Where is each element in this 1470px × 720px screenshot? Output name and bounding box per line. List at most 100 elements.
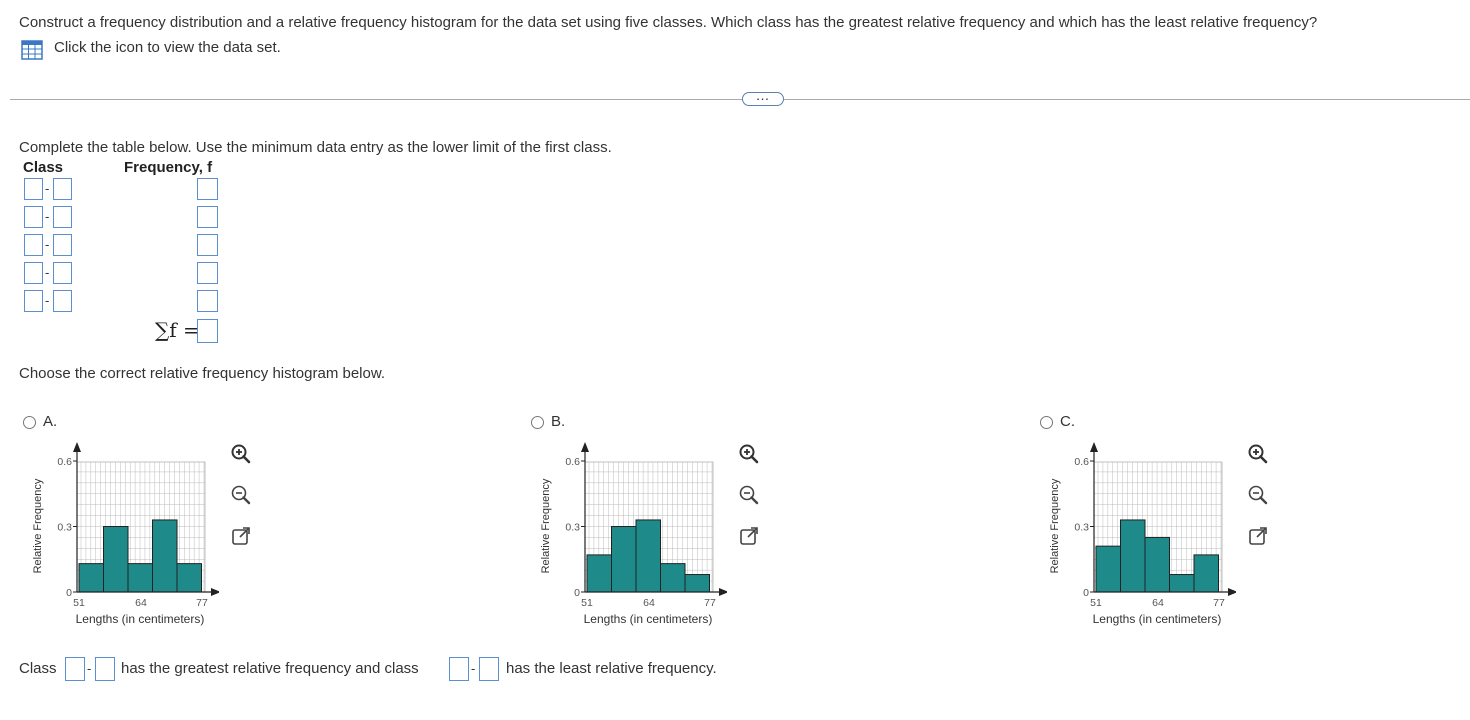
histogram-bar xyxy=(1120,519,1146,593)
range-dash: - xyxy=(45,293,50,308)
zoom-out-icon[interactable] xyxy=(737,483,761,507)
class-upper-input[interactable] xyxy=(53,206,72,228)
x-axis-label: Lengths (in centimeters) xyxy=(1093,612,1222,626)
histogram-bar xyxy=(611,526,637,593)
x-tick-label: 51 xyxy=(581,597,593,609)
class-lower-input[interactable] xyxy=(24,178,43,200)
range-dash: - xyxy=(87,661,92,676)
range-dash: - xyxy=(45,265,50,280)
y-tick-label: 0.3 xyxy=(1074,522,1089,534)
x-axis-label: Lengths (in centimeters) xyxy=(584,612,713,626)
x-tick-label: 77 xyxy=(704,597,716,609)
relative-frequency-histogram: 0 0.3 0.6 51 64 77 Lengths (in centimeters) Rel… xyxy=(540,442,727,626)
y-tick-label: 0.6 xyxy=(57,456,72,468)
popout-icon[interactable] xyxy=(229,524,253,548)
histogram-bar xyxy=(78,563,104,593)
y-tick-label: 0.3 xyxy=(565,522,580,534)
histogram-bar xyxy=(586,554,612,593)
histogram-bar xyxy=(660,563,686,593)
table-instruction: Complete the table below. Use the minimu… xyxy=(19,139,612,156)
greatest-class-lower-input[interactable] xyxy=(65,657,85,681)
popout-icon[interactable] xyxy=(1246,524,1270,548)
x-tick-label: 51 xyxy=(1090,597,1102,609)
class-upper-input[interactable] xyxy=(53,290,72,312)
answer-prefix: Class xyxy=(19,660,57,677)
histogram-option[interactable]: A. 0 0.3 0.6 51 64 77 Lengths (in centimeters) R… xyxy=(19,410,264,635)
sum-label: ∑f = xyxy=(155,318,200,342)
y-axis-label: Relative Frequency xyxy=(1049,478,1061,573)
y-axis-arrow xyxy=(1090,442,1098,452)
range-dash: - xyxy=(45,237,50,252)
x-tick-label: 64 xyxy=(135,597,147,609)
relative-frequency-histogram: 0 0.3 0.6 51 64 77 Lengths (in centimeters) Rel… xyxy=(1049,442,1236,626)
zoom-in-icon[interactable] xyxy=(1246,442,1270,466)
data-table-icon[interactable] xyxy=(21,40,43,60)
class-lower-input[interactable] xyxy=(24,262,43,284)
frequency-header: Frequency, f xyxy=(124,159,213,176)
zoom-in-icon[interactable] xyxy=(737,442,761,466)
histogram-bar xyxy=(684,574,710,593)
x-axis-label: Lengths (in centimeters) xyxy=(76,612,205,626)
y-axis-label: Relative Frequency xyxy=(32,478,44,573)
x-axis-arrow xyxy=(1228,588,1236,596)
frequency-input[interactable] xyxy=(197,206,218,228)
frequency-input[interactable] xyxy=(197,178,218,200)
y-axis-label: Relative Frequency xyxy=(540,478,552,573)
sum-input[interactable] xyxy=(197,319,218,343)
class-lower-input[interactable] xyxy=(24,290,43,312)
greatest-class-upper-input[interactable] xyxy=(95,657,115,681)
y-tick-label: 0 xyxy=(66,587,72,599)
class-lower-input[interactable] xyxy=(24,206,43,228)
histogram-bar xyxy=(1144,536,1170,593)
question-text: Construct a frequency distribution and a… xyxy=(19,14,1318,31)
x-axis-arrow xyxy=(211,588,219,596)
y-tick-label: 0 xyxy=(574,587,580,599)
histogram-bar xyxy=(635,519,661,593)
histogram-bar xyxy=(1095,545,1121,593)
range-dash: - xyxy=(45,181,50,196)
relative-frequency-histogram: 0 0.3 0.6 51 64 77 Lengths (in centimeters) Rel… xyxy=(32,442,219,626)
y-tick-label: 0.3 xyxy=(57,522,72,534)
frequency-input[interactable] xyxy=(197,290,218,312)
class-upper-input[interactable] xyxy=(53,262,72,284)
x-tick-label: 51 xyxy=(73,597,85,609)
zoom-out-icon[interactable] xyxy=(1246,483,1270,507)
zoom-in-icon[interactable] xyxy=(229,442,253,466)
frequency-input[interactable] xyxy=(197,234,218,256)
histogram-bar xyxy=(103,526,129,593)
histogram-option[interactable]: B. 0 0.3 0.6 51 64 77 Lengths (in centimeters) R… xyxy=(527,410,772,635)
answer-suffix: has the least relative frequency. xyxy=(506,660,717,677)
histogram-bar xyxy=(1193,554,1219,593)
x-axis-arrow xyxy=(719,588,727,596)
y-axis-arrow xyxy=(581,442,589,452)
answer-mid: has the greatest relative frequency and … xyxy=(121,660,419,677)
x-tick-label: 64 xyxy=(1152,597,1164,609)
histogram-bar xyxy=(176,563,202,593)
histogram-instruction: Choose the correct relative frequency hi… xyxy=(19,365,386,382)
view-data-link[interactable]: Click the icon to view the data set. xyxy=(54,39,281,56)
class-upper-input[interactable] xyxy=(53,178,72,200)
frequency-input[interactable] xyxy=(197,262,218,284)
range-dash: - xyxy=(45,209,50,224)
zoom-out-icon[interactable] xyxy=(229,483,253,507)
histogram-option[interactable]: C. 0 0.3 0.6 51 64 77 Lengths (in centimeters) R… xyxy=(1036,410,1281,635)
histogram-bar xyxy=(152,519,178,593)
popout-icon[interactable] xyxy=(737,524,761,548)
class-lower-input[interactable] xyxy=(24,234,43,256)
more-button[interactable]: … xyxy=(742,87,784,106)
x-tick-label: 77 xyxy=(1213,597,1225,609)
x-tick-label: 77 xyxy=(196,597,208,609)
class-upper-input[interactable] xyxy=(53,234,72,256)
y-axis-arrow xyxy=(73,442,81,452)
y-tick-label: 0.6 xyxy=(565,456,580,468)
histogram-bar xyxy=(1169,574,1195,593)
class-header: Class xyxy=(23,159,64,176)
histogram-bar xyxy=(127,563,153,593)
least-class-lower-input[interactable] xyxy=(449,657,469,681)
section-divider xyxy=(10,99,1470,100)
least-class-upper-input[interactable] xyxy=(479,657,499,681)
range-dash: - xyxy=(471,661,476,676)
y-tick-label: 0.6 xyxy=(1074,456,1089,468)
y-tick-label: 0 xyxy=(1083,587,1089,599)
x-tick-label: 64 xyxy=(643,597,655,609)
